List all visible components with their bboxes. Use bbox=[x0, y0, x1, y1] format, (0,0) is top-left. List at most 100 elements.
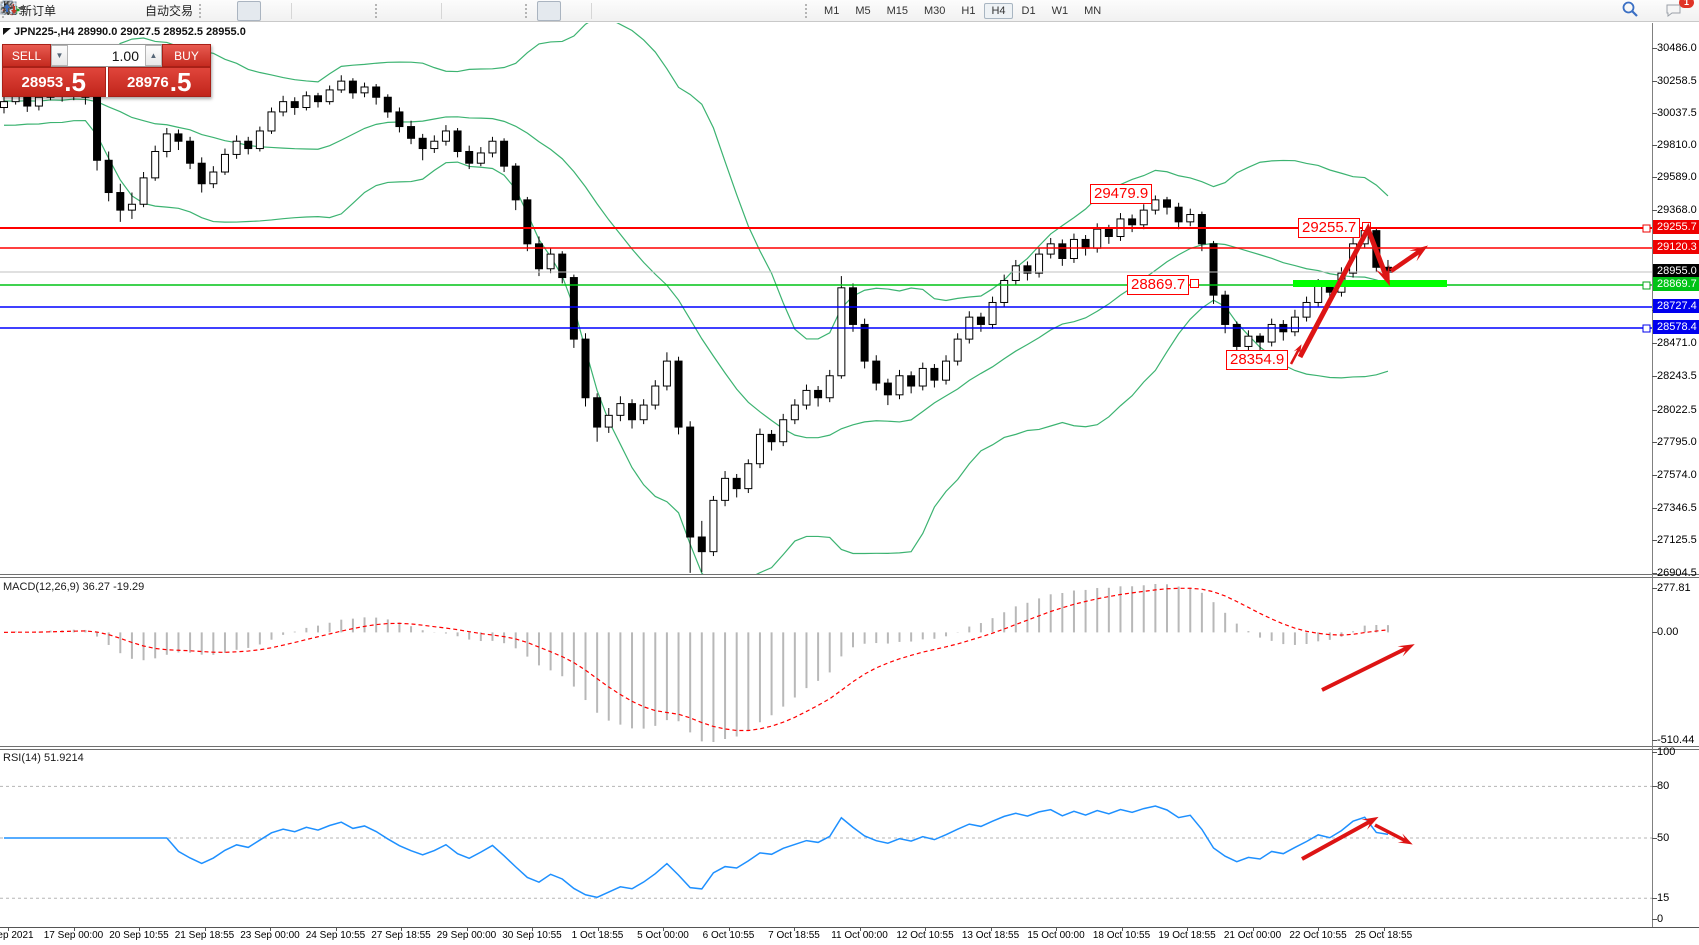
candle-body bbox=[256, 131, 263, 149]
candle-body bbox=[221, 154, 228, 172]
candle-body bbox=[1315, 285, 1322, 303]
support-highlight-zone[interactable] bbox=[1293, 280, 1447, 287]
candle-body bbox=[512, 166, 519, 200]
volume-down-button[interactable]: ▼ bbox=[51, 45, 68, 66]
macd-axis-label: 277.81 bbox=[1657, 582, 1691, 594]
buy-price[interactable]: 28976 .5 bbox=[108, 67, 212, 97]
candle-body bbox=[745, 464, 752, 489]
rsi-name: RSI(14) bbox=[3, 752, 41, 764]
price-tick-label: 28243.5 bbox=[1657, 370, 1697, 382]
rsi-label: RSI(14) 51.9214 bbox=[3, 752, 84, 764]
candle-body bbox=[1291, 317, 1298, 332]
chart-canvas[interactable] bbox=[0, 0, 1699, 945]
macd-label: MACD(12,26,9) 36.27 -19.29 bbox=[3, 581, 144, 593]
price-annotation[interactable]: 29479.9 bbox=[1090, 184, 1152, 204]
price-tick-label: 27125.5 bbox=[1657, 534, 1697, 546]
buy-button[interactable]: BUY bbox=[162, 44, 211, 67]
price-annotation[interactable]: 28869.7 bbox=[1127, 275, 1189, 295]
volume-value[interactable]: 1.00 bbox=[68, 45, 145, 66]
line-drag-handle[interactable] bbox=[1643, 225, 1650, 232]
sell-button[interactable]: SELL bbox=[2, 44, 51, 67]
chart-pointer-icon bbox=[3, 28, 11, 35]
candle-body bbox=[919, 368, 926, 386]
candle-body bbox=[291, 102, 298, 108]
candle-body bbox=[605, 415, 612, 427]
candle-body bbox=[1175, 207, 1182, 222]
macd-axis-label: 0.00 bbox=[1657, 626, 1678, 638]
annotation-handle[interactable] bbox=[1190, 279, 1199, 288]
macd-signal-line bbox=[4, 588, 1388, 730]
candle-body bbox=[791, 405, 798, 420]
macd-values: 36.27 -19.29 bbox=[82, 581, 144, 593]
candle-body bbox=[733, 478, 740, 488]
time-axis-label: 1 Oct 18:55 bbox=[572, 930, 624, 941]
candle-body bbox=[431, 141, 438, 148]
candle-body bbox=[384, 97, 391, 112]
price-annotation[interactable]: 29255.7 bbox=[1298, 218, 1360, 238]
time-axis-label: 12 Oct 10:55 bbox=[896, 930, 953, 941]
time-axis-label: 21 Sep 18:55 bbox=[175, 930, 235, 941]
candle-body bbox=[582, 339, 589, 398]
candle-body bbox=[1094, 229, 1101, 248]
line-drag-handle[interactable] bbox=[1643, 282, 1650, 289]
pane-separator[interactable] bbox=[0, 746, 1699, 747]
candle-body bbox=[373, 87, 380, 97]
pane-separator[interactable] bbox=[0, 574, 1699, 575]
price-tick-label: 28022.5 bbox=[1657, 404, 1697, 416]
rsi-axis-label: 50 bbox=[1657, 832, 1669, 844]
pane-separator[interactable] bbox=[0, 577, 1699, 578]
price-tick-label: 27346.5 bbox=[1657, 502, 1697, 514]
candle-body bbox=[687, 427, 694, 537]
time-axis-label: 29 Sep 00:00 bbox=[437, 930, 497, 941]
rsi-value: 51.9214 bbox=[44, 752, 84, 764]
candle-body bbox=[1140, 210, 1147, 225]
candle-body bbox=[547, 254, 554, 269]
price-annotation[interactable]: 28354.9 bbox=[1226, 350, 1288, 370]
price-level-badge: 29120.3 bbox=[1653, 240, 1699, 254]
candle-body bbox=[35, 97, 42, 106]
candle-body bbox=[1268, 324, 1275, 342]
candle-body bbox=[1001, 280, 1008, 302]
buy-price-main: 28976 bbox=[127, 70, 169, 96]
price-tick-label: 30258.5 bbox=[1657, 75, 1697, 87]
price-tick-label: 29589.0 bbox=[1657, 171, 1697, 183]
time-axis-label: 7 Oct 18:55 bbox=[768, 930, 820, 941]
annotation-handle[interactable] bbox=[1362, 222, 1371, 231]
candle-body bbox=[175, 134, 182, 141]
candle-body bbox=[1245, 336, 1252, 346]
time-axis-label: 5 Sep 2021 bbox=[0, 930, 34, 941]
macd-axis-label: -510.44 bbox=[1657, 734, 1694, 746]
candle-body bbox=[1361, 231, 1368, 244]
candle-body bbox=[466, 151, 473, 163]
candle-body bbox=[489, 141, 496, 153]
time-axis-label: 21 Oct 00:00 bbox=[1224, 930, 1281, 941]
candle-body bbox=[210, 172, 217, 184]
candle-body bbox=[245, 141, 252, 148]
price-level-badge: 28955.0 bbox=[1653, 264, 1699, 278]
time-axis-label: 18 Oct 10:55 bbox=[1093, 930, 1150, 941]
candle-body bbox=[675, 361, 682, 427]
price-tick-label: 30486.0 bbox=[1657, 42, 1697, 54]
candle-body bbox=[768, 434, 775, 441]
candle-body bbox=[1, 102, 8, 108]
rsi-axis-label: 0 bbox=[1657, 913, 1663, 925]
candle-body bbox=[338, 81, 345, 90]
pane-separator[interactable] bbox=[0, 749, 1699, 750]
time-axis-label: 15 Oct 00:00 bbox=[1027, 930, 1084, 941]
candle-body bbox=[594, 398, 601, 427]
bollinger-lower bbox=[4, 121, 1388, 585]
sell-price[interactable]: 28953 .5 bbox=[2, 67, 106, 97]
bollinger-middle bbox=[4, 99, 1388, 438]
candle-body bbox=[896, 376, 903, 395]
price-tick-label: 26904.5 bbox=[1657, 567, 1697, 579]
candle-body bbox=[617, 404, 624, 416]
time-axis-label: 13 Oct 18:55 bbox=[962, 930, 1019, 941]
time-axis-label: 17 Sep 00:00 bbox=[44, 930, 104, 941]
volume-up-button[interactable]: ▲ bbox=[145, 45, 162, 66]
candle-body bbox=[756, 434, 763, 463]
candle-body bbox=[396, 112, 403, 127]
candle-body bbox=[1152, 200, 1159, 210]
line-drag-handle[interactable] bbox=[1643, 325, 1650, 332]
candle-body bbox=[663, 361, 670, 386]
candle-body bbox=[408, 127, 415, 139]
